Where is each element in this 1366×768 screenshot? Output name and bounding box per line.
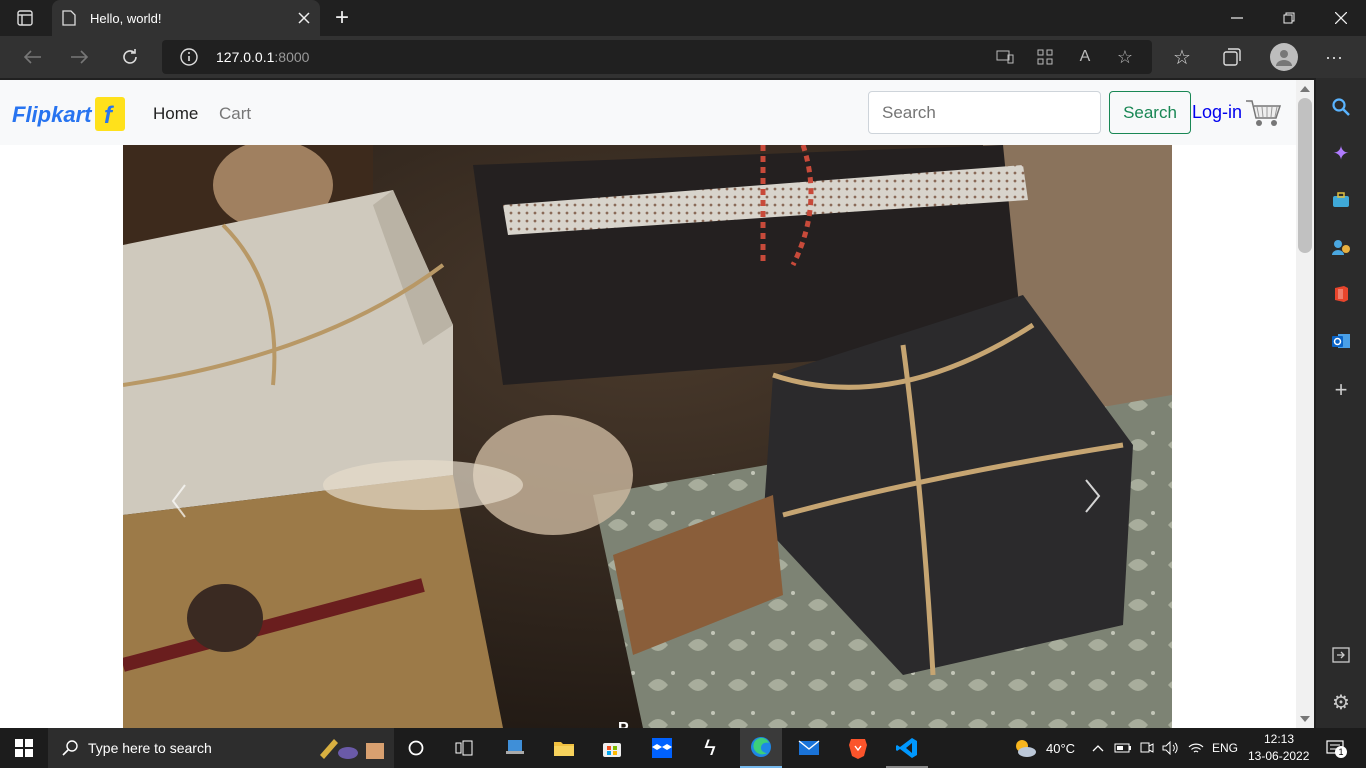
browser-tab-bar: Hello, world! + — [0, 0, 1366, 36]
scrollbar-thumb[interactable] — [1298, 98, 1312, 253]
nav-home-link[interactable]: Home — [153, 104, 198, 124]
read-aloud-icon[interactable]: A — [1074, 47, 1096, 67]
back-icon[interactable] — [20, 45, 44, 69]
taskbar-search-box[interactable]: Type here to search — [48, 728, 394, 768]
app-dropbox-icon[interactable] — [650, 736, 674, 760]
url-host: 127.0.0.1 — [216, 49, 275, 65]
search-highlight-icon[interactable] — [318, 732, 388, 764]
notifications-icon[interactable]: 1 — [1322, 736, 1348, 760]
url-port: :8000 — [274, 49, 310, 65]
taskbar-search-placeholder: Type here to search — [88, 740, 212, 756]
restore-icon[interactable] — [1274, 6, 1304, 30]
sidebar-settings-icon[interactable]: ⚙ — [1329, 690, 1353, 714]
refresh-icon[interactable] — [118, 45, 142, 69]
show-hidden-icons-icon[interactable] — [1090, 738, 1106, 758]
close-window-icon[interactable] — [1326, 6, 1356, 30]
cortana-icon[interactable] — [404, 736, 428, 760]
sidebar-add-icon[interactable]: + — [1329, 377, 1353, 402]
app-available-icon[interactable] — [994, 47, 1016, 67]
new-tab-icon[interactable]: + — [330, 4, 354, 31]
sidebar-discover-icon[interactable]: ✦ — [1329, 141, 1353, 165]
app-store-icon[interactable] — [600, 736, 624, 760]
search-button[interactable]: Search — [1109, 91, 1191, 134]
sidebar-hide-icon[interactable] — [1329, 643, 1353, 667]
sidebar-search-icon[interactable] — [1329, 95, 1353, 119]
site-info-icon[interactable] — [180, 48, 198, 66]
app-brave-icon[interactable] — [846, 736, 870, 760]
edge-sidebar: ✦ + ⚙ — [1316, 78, 1366, 728]
weather-icon[interactable] — [1013, 736, 1037, 760]
browser-tab[interactable]: Hello, world! — [52, 0, 320, 36]
shopping-cart-icon[interactable] — [1245, 98, 1283, 128]
brand-logo-text[interactable]: Flipkart — [12, 102, 91, 128]
app-file-explorer-icon[interactable] — [552, 736, 576, 760]
url-field[interactable]: 127.0.0.1:8000 A ☆ — [162, 40, 1152, 74]
sidebar-games-icon[interactable] — [1329, 235, 1353, 259]
task-view-icon[interactable] — [452, 736, 476, 760]
app-remote-desktop-icon[interactable] — [503, 736, 527, 760]
clock-date[interactable]: 13-06-2022 — [1248, 749, 1309, 763]
sidebar-outlook-icon[interactable] — [1329, 329, 1353, 353]
collections-icon[interactable] — [1220, 45, 1244, 69]
edge-icon — [751, 737, 771, 757]
tab-title: Hello, world! — [90, 10, 162, 26]
meet-now-icon[interactable] — [1137, 738, 1157, 758]
app-mail-icon[interactable] — [797, 736, 821, 760]
web-page: Flipkart Home Cart Search Log-in — [0, 80, 1296, 728]
page-icon — [62, 10, 76, 26]
login-link[interactable]: Log-in — [1192, 102, 1242, 123]
favorites-icon[interactable]: ☆ — [1170, 45, 1194, 69]
app-vscode-running[interactable] — [886, 728, 928, 768]
weather-temperature[interactable]: 40°C — [1046, 741, 1075, 756]
vscode-icon — [896, 738, 917, 758]
sidebar-office-icon[interactable] — [1329, 282, 1353, 306]
windows-start-icon[interactable] — [12, 738, 36, 758]
search-input[interactable] — [868, 91, 1101, 134]
app-edge-active[interactable] — [740, 728, 782, 768]
windows-taskbar: Type here to search ϟ 40°C ENG 12:13 13-… — [0, 728, 1366, 768]
minimize-icon[interactable] — [1222, 6, 1252, 30]
wifi-icon[interactable] — [1186, 738, 1206, 758]
url-text: 127.0.0.1:8000 — [216, 49, 309, 65]
tab-actions-icon[interactable] — [14, 8, 36, 28]
app-pycharm-icon[interactable]: ϟ — [698, 735, 722, 760]
profile-avatar[interactable] — [1270, 43, 1298, 71]
add-favorite-icon[interactable]: ☆ — [1114, 47, 1136, 67]
nav-cart-link[interactable]: Cart — [219, 104, 251, 124]
taskbar-search-icon — [62, 740, 78, 756]
brand-bag-icon[interactable] — [95, 97, 125, 131]
gift-boxes-photo — [123, 145, 1172, 728]
volume-icon[interactable] — [1160, 738, 1180, 758]
carousel-slide-image — [123, 145, 1172, 728]
site-navbar: Flipkart Home Cart Search Log-in — [0, 80, 1296, 145]
qr-code-icon[interactable] — [1034, 47, 1056, 67]
notifications-count: 1 — [1335, 746, 1347, 758]
close-tab-icon[interactable] — [298, 12, 310, 24]
input-language[interactable]: ENG — [1212, 741, 1238, 755]
more-options-icon[interactable]: ··· — [1322, 45, 1346, 69]
battery-icon[interactable] — [1113, 738, 1133, 758]
clock-time[interactable]: 12:13 — [1264, 732, 1294, 746]
sidebar-tools-icon[interactable] — [1329, 188, 1353, 212]
carousel-caption: P... — [618, 720, 640, 728]
forward-icon[interactable] — [68, 45, 92, 69]
